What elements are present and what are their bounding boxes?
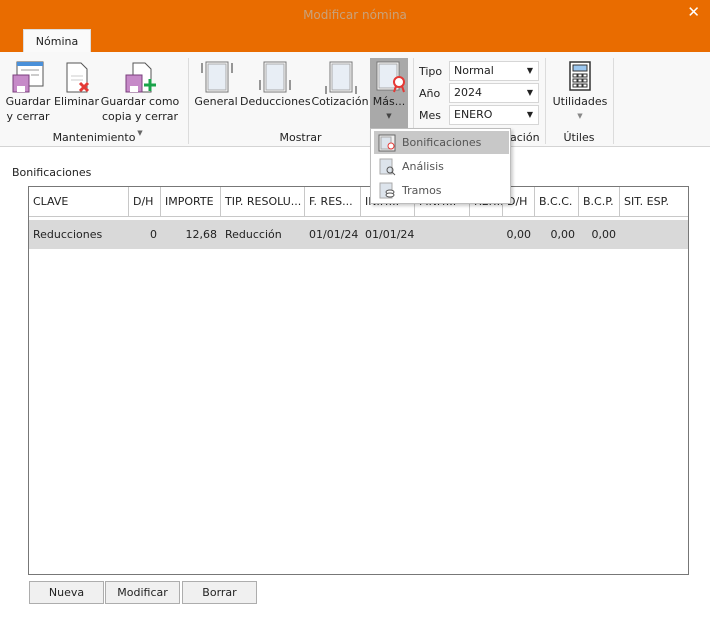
utilidades-button[interactable]: Utilidades ▼ [550,60,610,124]
utilidades-label: Utilidades [552,95,608,108]
save-copy-icon [125,62,156,93]
tab-nomina[interactable]: Nómina [23,29,91,53]
column-header[interactable]: TIP. RESOLU... [221,187,305,217]
tipo-select[interactable]: Normal ▼ [449,61,539,81]
cell-tip-resolucion: Reducción [225,228,282,241]
save-close-label-2: y cerrar [6,110,50,123]
mes-value: ENERO [454,108,493,121]
cell-f-res: 01/01/24 [309,228,359,241]
mas-icon [376,61,405,93]
tipo-label: Tipo [419,65,443,78]
delete-button[interactable]: Eliminar [54,60,100,109]
deducciones-label: Deducciones [240,95,311,108]
general-label: General [194,95,238,108]
ribbon: Guardar y cerrar Eliminar Guardar como c… [0,52,710,147]
menu-item-label: Tramos [402,184,442,197]
column-header[interactable]: SIT. ESP. [620,187,688,217]
anio-select[interactable]: 2024 ▼ [449,83,539,103]
divider [613,58,614,144]
bonificaciones-icon [378,134,396,152]
mes-select[interactable]: ENERO ▼ [449,105,539,125]
column-header[interactable]: F. RES... [305,187,361,217]
menu-item-tramos[interactable]: Tramos [374,179,509,202]
cotizacion-icon [325,61,357,94]
cell-bcp: 0,00 [591,228,617,241]
chevron-down-icon: ▼ [526,88,533,97]
anio-label: Año [419,87,441,100]
group-liquidacion: ación [510,131,540,144]
window-title: Modificar nómina [303,8,407,22]
cell-ini: 01/01/24 [365,228,415,241]
nueva-button[interactable]: Nueva [29,581,104,604]
cell-importe: 12,68 [185,228,218,241]
cotizacion-button[interactable]: Cotización [311,60,369,109]
deducciones-icon [259,61,291,93]
menu-item-bonificaciones[interactable]: Bonificaciones [374,131,509,154]
column-header[interactable]: B.C.C. [535,187,579,217]
section-title: Bonificaciones [12,166,92,179]
save-copy-label-2: copia y cerrar [102,110,178,123]
menu-item-label: Bonificaciones [402,136,482,149]
cotizacion-label: Cotización [311,95,369,108]
mas-label: Más... [372,95,406,108]
menu-item-analisis[interactable]: Análisis [374,155,509,178]
column-header[interactable]: D/H [129,187,161,217]
analisis-icon [379,158,396,176]
save-close-label: Guardar [5,95,51,108]
calculator-icon [569,61,591,91]
menu-item-label: Análisis [402,160,444,173]
bonificaciones-table: CLAVE D/H IMPORTE TIP. RESOLU... F. RES.… [28,186,689,575]
dropdown-arrow-icon: ▼ [577,112,583,120]
cell-bcc: 0,00 [550,228,576,241]
save-close-icon [12,61,44,93]
save-copy-close-button[interactable]: Guardar como copia y cerrar ▼ [100,60,180,141]
group-mantenimiento: Mantenimiento [52,131,136,144]
general-button[interactable]: General [194,60,238,109]
cell-dh2: 0,00 [506,228,532,241]
modificar-button[interactable]: Modificar [105,581,180,604]
save-copy-label: Guardar como [100,95,180,108]
delete-icon [66,62,90,93]
mas-dropdown-menu: Bonificaciones Análisis Tramos [370,128,511,204]
close-icon[interactable]: ✕ [687,3,700,21]
deducciones-button[interactable]: Deducciones [240,60,311,109]
tramos-icon [379,182,395,199]
delete-label: Eliminar [54,95,100,108]
dropdown-arrow-icon: ▼ [386,112,392,120]
general-icon [201,61,233,93]
anio-value: 2024 [454,86,482,99]
column-header[interactable]: CLAVE [29,187,129,217]
column-header[interactable]: IMPORTE [161,187,221,217]
borrar-button[interactable]: Borrar [182,581,257,604]
table-row[interactable]: Reducciones 0 12,68 Reducción 01/01/24 0… [29,220,688,249]
chevron-down-icon: ▼ [526,110,533,119]
group-utiles: Útiles [563,131,595,144]
mes-label: Mes [419,109,441,122]
tipo-value: Normal [454,64,494,77]
column-header[interactable]: B.C.P. [579,187,620,217]
chevron-down-icon: ▼ [526,66,533,75]
mas-button[interactable]: Más... ▼ [370,58,408,128]
cell-clave: Reducciones [33,228,103,241]
save-close-button[interactable]: Guardar y cerrar [4,60,52,124]
cell-dh: 0 [150,228,157,241]
